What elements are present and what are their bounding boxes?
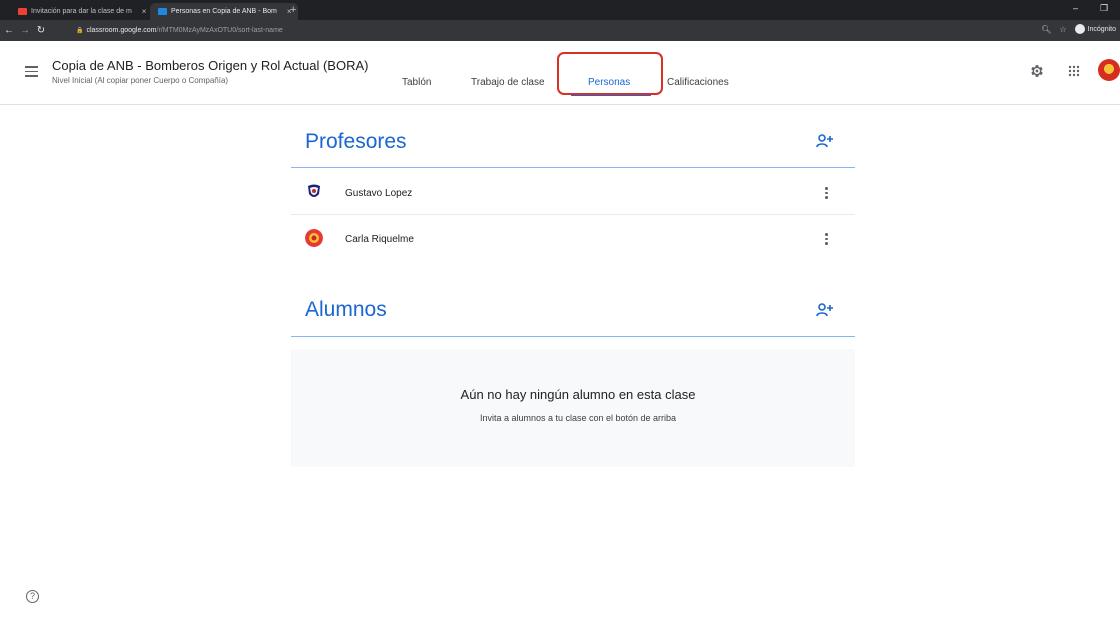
minimize-icon[interactable]: –	[1073, 3, 1078, 13]
tab-calificaciones[interactable]: Calificaciones	[667, 77, 729, 88]
more-options-icon[interactable]	[825, 187, 829, 201]
tab-title: Personas en Copia de ANB - Bom	[171, 8, 277, 15]
students-divider	[291, 336, 855, 337]
students-title: Alumnos	[305, 298, 387, 321]
browser-tab-personas[interactable]: Personas en Copia de ANB - Bom ×	[150, 3, 298, 20]
tab-tablon[interactable]: Tablón	[402, 77, 431, 88]
apps-icon[interactable]	[1068, 65, 1080, 77]
teachers-divider	[291, 167, 855, 168]
teacher-avatar	[305, 229, 323, 247]
tab-trabajo-de-clase[interactable]: Trabajo de clase	[471, 77, 545, 88]
lock-icon: 🔒	[76, 28, 84, 34]
browser-tab-bar: Invitación para dar la clase de m × Pers…	[0, 0, 1120, 20]
add-teacher-icon[interactable]	[816, 134, 834, 148]
toolbar-right: 🔍︎ ☆ Incógnito	[1041, 24, 1116, 34]
empty-state: Aún no hay ningún alumno en esta clase I…	[291, 349, 855, 467]
teachers-title: Profesores	[305, 130, 407, 153]
more-options-icon[interactable]	[825, 233, 829, 247]
add-student-icon[interactable]	[816, 303, 834, 317]
star-icon[interactable]: ☆	[1059, 25, 1066, 34]
close-icon[interactable]: ×	[142, 3, 147, 20]
back-icon[interactable]: ←	[2, 25, 16, 36]
url-path: /r/MTM0MzAyMzAxOTU0/sort-last-name	[156, 27, 283, 34]
menu-icon[interactable]	[25, 66, 38, 80]
classroom-icon	[158, 8, 167, 15]
help-icon[interactable]: ?	[26, 590, 39, 603]
incognito-indicator[interactable]: Incógnito	[1074, 24, 1116, 34]
empty-state-subtitle: Invita a alumnos a tu clase con el botón…	[479, 413, 677, 423]
address-bar[interactable]: 🔒 classroom.google.com/r/MTM0MzAyMzAxOTU0…	[76, 23, 1038, 38]
class-title[interactable]: Copia de ANB - Bomberos Origen y Rol Act…	[52, 58, 368, 73]
incognito-label: Incógnito	[1087, 25, 1116, 33]
teacher-name: Carla Riquelme	[345, 234, 414, 245]
browser-tab-invitation[interactable]: Invitación para dar la clase de m ×	[10, 3, 152, 20]
classroom-header: Copia de ANB - Bomberos Origen y Rol Act…	[0, 41, 1120, 105]
teacher-avatar	[308, 184, 320, 197]
settings-icon[interactable]	[1029, 63, 1045, 79]
incognito-icon	[1074, 24, 1085, 34]
new-tab-button[interactable]: +	[290, 3, 296, 17]
url-domain: classroom.google.com	[86, 27, 157, 34]
annotation-highlight	[557, 52, 663, 95]
forward-icon[interactable]: →	[18, 25, 32, 36]
zoom-icon[interactable]: 🔍︎	[1041, 25, 1051, 34]
browser-toolbar: ← → ↻ 🔒 classroom.google.com/r/MTM0MzAyMz…	[0, 20, 1120, 41]
class-subtitle: Nivel Inicial (Al copiar poner Cuerpo o …	[52, 76, 229, 85]
avatar[interactable]	[1098, 59, 1120, 81]
row-divider	[291, 214, 855, 215]
gmail-icon	[18, 8, 27, 15]
empty-state-title: Aún no hay ningún alumno en esta clase	[460, 387, 696, 402]
reload-icon[interactable]: ↻	[34, 25, 48, 36]
teacher-name: Gustavo Lopez	[345, 188, 413, 199]
tab-title: Invitación para dar la clase de m	[31, 8, 132, 15]
restore-icon[interactable]: ❐	[1100, 3, 1108, 14]
